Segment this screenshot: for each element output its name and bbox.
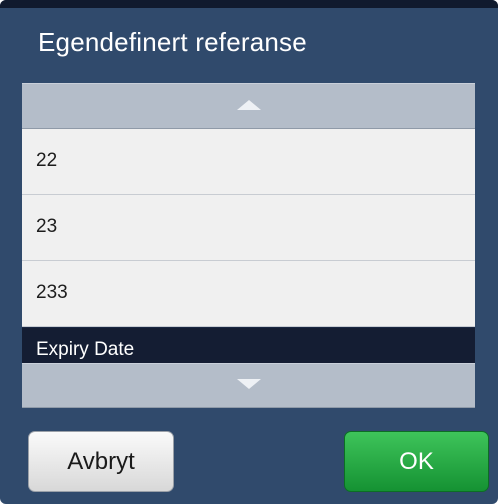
cancel-button[interactable]: Avbryt (28, 431, 174, 492)
scroll-down-button[interactable] (22, 363, 475, 408)
list-item-label: 23 (36, 216, 58, 237)
list-item[interactable]: 233 (22, 261, 475, 327)
reference-list: 22 23 233 Expiry Date (22, 83, 475, 408)
scroll-up-button[interactable] (22, 83, 475, 129)
top-edge-strip (0, 0, 498, 8)
dialog-title: Egendefinert referanse (38, 27, 307, 57)
list-item-label: 22 (36, 150, 58, 171)
ok-button[interactable]: OK (344, 431, 489, 492)
custom-reference-dialog: Egendefinert referanse 22 23 233 Expiry … (0, 0, 498, 504)
triangle-down-icon (236, 379, 261, 389)
list-item[interactable]: 22 (22, 129, 475, 195)
list-item-selected[interactable]: Expiry Date (22, 328, 475, 364)
list-item[interactable]: 23 (22, 195, 475, 261)
list-item-label: Expiry Date (36, 339, 135, 360)
list-item-label: 233 (36, 282, 68, 303)
triangle-up-icon (236, 100, 261, 110)
